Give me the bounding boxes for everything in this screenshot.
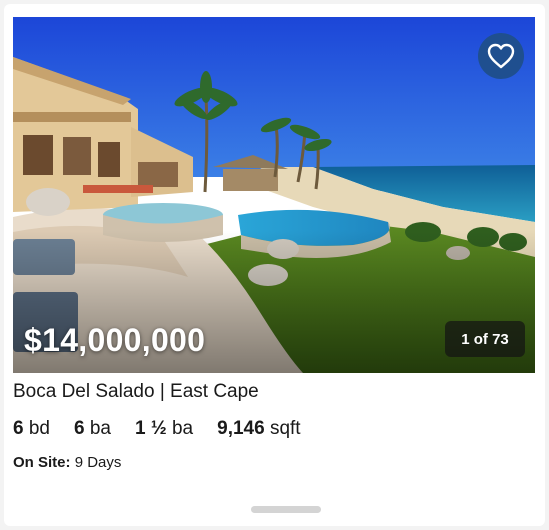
sqft-stat: 9,146 sqft — [217, 418, 300, 440]
drag-handle[interactable] — [251, 506, 321, 513]
listing-title[interactable]: Boca Del Salado | East Cape — [13, 381, 259, 403]
beds-unit: bd — [28, 418, 50, 439]
listing-photo[interactable]: $14,000,000 1 of 73 — [13, 17, 535, 373]
baths-stat: 6 ba — [74, 418, 111, 440]
listing-price: $14,000,000 — [24, 322, 206, 358]
beds-stat: 6 bd — [13, 418, 50, 440]
half-baths-value: 1 ½ — [135, 418, 167, 439]
photo-counter: 1 of 73 — [445, 321, 525, 357]
beds-value: 6 — [13, 418, 24, 439]
baths-unit: ba — [89, 418, 111, 439]
baths-value: 6 — [74, 418, 85, 439]
heart-icon — [487, 43, 515, 69]
on-site-value: 9 Days — [74, 454, 122, 471]
half-baths-stat: 1 ½ ba — [135, 418, 193, 440]
favorite-button[interactable] — [478, 33, 524, 79]
sqft-unit: sqft — [269, 418, 301, 439]
listing-stats: 6 bd 6 ba 1 ½ ba 9,146 sqft — [13, 418, 301, 440]
half-baths-unit: ba — [171, 418, 194, 439]
villa-pool-ocean-image — [13, 17, 535, 373]
on-site-label: On Site: — [13, 454, 71, 471]
on-site-info: On Site: 9 Days — [13, 454, 121, 471]
sqft-value: 9,146 — [217, 418, 265, 439]
listing-card: $14,000,000 1 of 73 Boca Del Salado | Ea… — [4, 4, 545, 526]
